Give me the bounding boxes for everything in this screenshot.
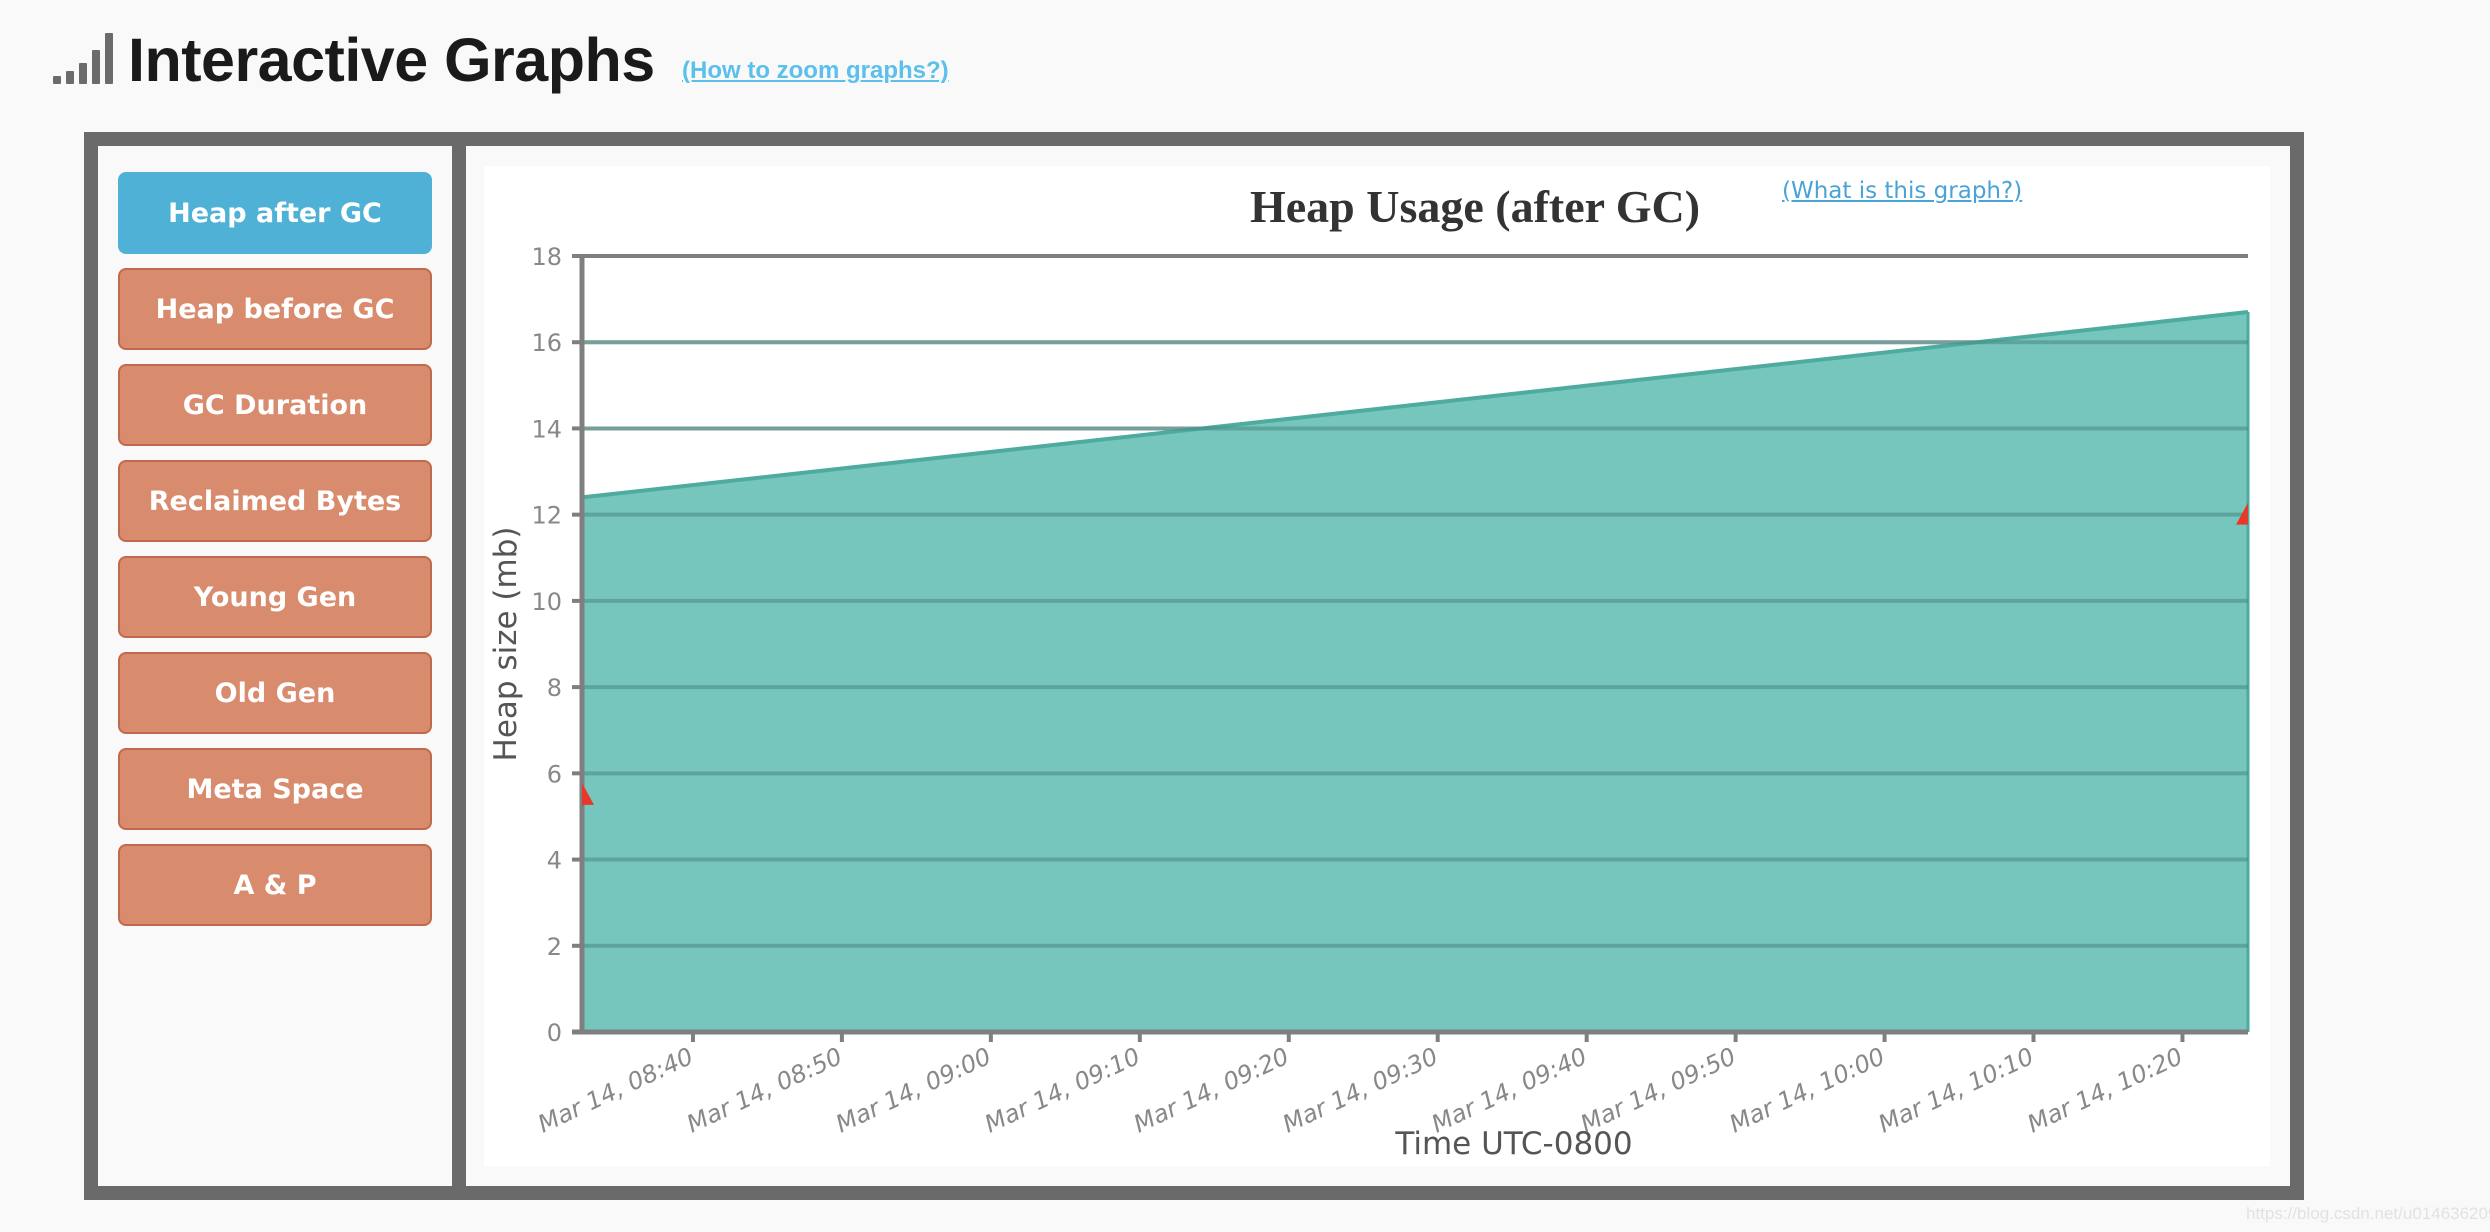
sidebar-item-a-and-p[interactable]: A & P [118,844,432,926]
panel-divider [452,146,466,1186]
page-title: Interactive Graphs [128,26,655,94]
what-is-this-graph-link[interactable]: (What is this graph?) [1782,176,2022,206]
y-tick-label: 4 [547,847,562,875]
sidebar-item-young-gen[interactable]: Young Gen [118,556,432,638]
heap-usage-chart[interactable]: Heap Usage (after GC) 024681012141618Mar… [466,146,2290,1186]
y-tick-label: 14 [531,415,562,443]
y-tick-label: 16 [531,329,562,357]
y-tick-label: 2 [547,933,562,961]
sidebar-item-meta-space[interactable]: Meta Space [118,748,432,830]
bar-chart-icon [53,30,115,86]
how-to-zoom-link[interactable]: (How to zoom graphs?) [682,56,949,86]
y-tick-label: 8 [547,674,562,702]
y-tick-label: 6 [547,760,562,788]
y-tick-label: 18 [531,243,562,271]
chart-title: Heap Usage (after GC) [1250,181,1700,232]
y-axis-title: Heap size (mb) [488,527,524,762]
sidebar-item-gc-duration[interactable]: GC Duration [118,364,432,446]
x-axis-title: Time UTC-0800 [1394,1126,1632,1162]
graphs-frame: Heap after GC Heap before GC GC Duration… [84,132,2304,1200]
chart-panel: Heap Usage (after GC) 0 2 4 6 8 10 12 14 16 18 Mar… [466,146,2290,1186]
watermark: https://blog.csdn.net/u014636209 [2246,1204,2490,1223]
y-tick-label: 12 [531,502,562,530]
sidebar-item-old-gen[interactable]: Old Gen [118,652,432,734]
sidebar-item-heap-after-gc[interactable]: Heap after GC [118,172,432,254]
sidebar-item-heap-before-gc[interactable]: Heap before GC [118,268,432,350]
graph-sidebar: Heap after GC Heap before GC GC Duration… [98,146,452,1186]
y-tick-label: 10 [531,588,562,616]
y-tick-label: 0 [547,1019,562,1047]
sidebar-item-reclaimed-bytes[interactable]: Reclaimed Bytes [118,460,432,542]
